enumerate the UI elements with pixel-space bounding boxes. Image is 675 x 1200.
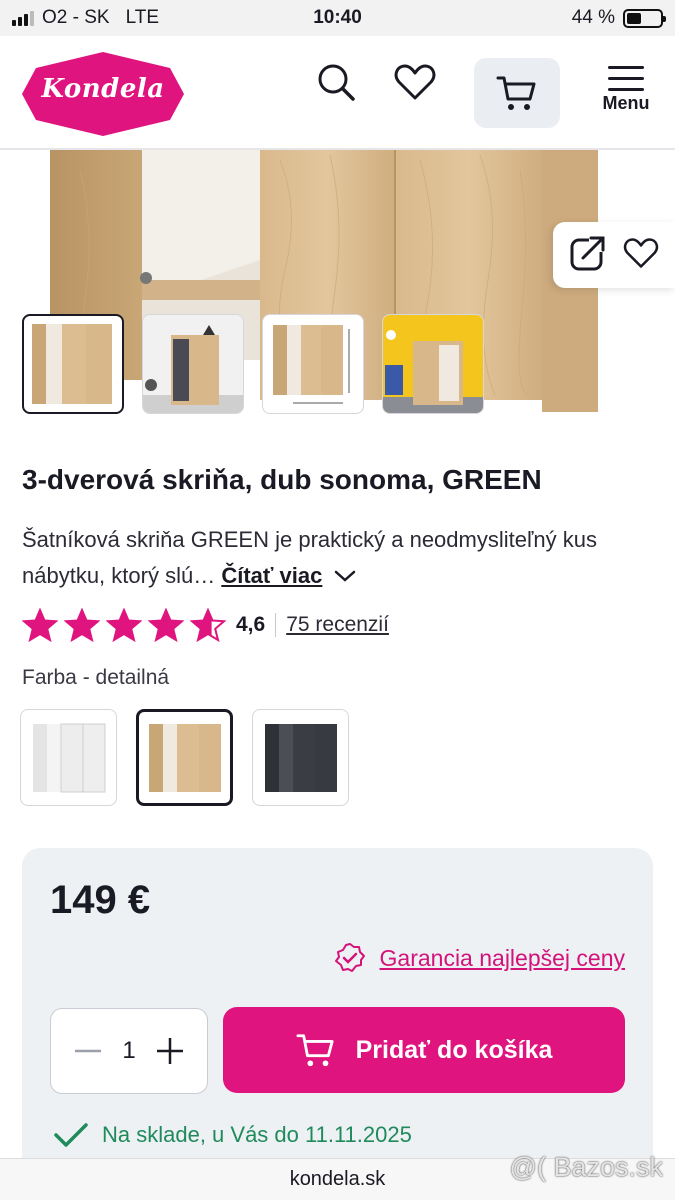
color-swatches bbox=[20, 709, 349, 806]
chevron-down-icon[interactable] bbox=[334, 569, 356, 583]
swatch-anthracite[interactable] bbox=[252, 709, 349, 806]
rating-summary: 4,6 75 recenzií bbox=[22, 608, 389, 642]
cart-button[interactable] bbox=[474, 58, 560, 128]
status-right: 44 % bbox=[571, 7, 666, 29]
star-icon bbox=[106, 608, 142, 642]
star-icon bbox=[148, 608, 184, 642]
read-more-link[interactable]: Čítať viac bbox=[221, 563, 322, 588]
star-icon bbox=[64, 608, 100, 642]
status-bar: O2 - SK LTE 10:40 44 % bbox=[0, 0, 675, 36]
minus-icon[interactable] bbox=[73, 1036, 103, 1066]
add-to-cart-label: Pridať do košíka bbox=[355, 1035, 553, 1064]
swatch-white[interactable] bbox=[20, 709, 117, 806]
quantity-value[interactable]: 1 bbox=[122, 1037, 135, 1065]
rating-divider bbox=[275, 613, 277, 637]
color-label: Farba - detailná bbox=[22, 666, 170, 689]
quantity-stepper: 1 bbox=[50, 1008, 208, 1094]
image-actions bbox=[553, 222, 675, 288]
rating-value: 4,6 bbox=[236, 613, 266, 636]
menu-icon bbox=[608, 66, 644, 91]
battery-icon bbox=[623, 8, 666, 28]
price-guarantee[interactable]: Garancia najlepšej ceny bbox=[334, 942, 625, 974]
battery-percent: 44 % bbox=[571, 7, 615, 28]
logo-text: Kondela bbox=[41, 74, 165, 104]
purchase-card: 149 € Garancia najlepšej ceny 1 Pridať d… bbox=[22, 848, 653, 1178]
product-title: 3-dverová skriňa, dub sonoma, GREEN bbox=[22, 464, 542, 495]
wishlist-heart-icon[interactable] bbox=[393, 60, 437, 104]
stock-status: Na sklade, u Vás do 11.11.2025 bbox=[54, 1122, 412, 1148]
star-icon bbox=[22, 608, 58, 642]
plus-icon[interactable] bbox=[155, 1036, 185, 1066]
kondela-logo[interactable]: Kondela bbox=[22, 52, 184, 136]
reviews-link[interactable]: 75 recenzií bbox=[286, 613, 389, 637]
bazos-watermark: @( Bazos.sk bbox=[509, 1152, 663, 1182]
menu-label: Menu bbox=[602, 93, 650, 113]
search-icon[interactable] bbox=[314, 60, 358, 104]
menu-button[interactable]: Menu bbox=[596, 66, 656, 128]
badge-check-icon bbox=[334, 943, 365, 972]
check-icon bbox=[54, 1123, 88, 1147]
thumbnail-4[interactable] bbox=[382, 314, 484, 414]
cart-icon bbox=[296, 1034, 334, 1067]
thumbnail-3[interactable] bbox=[262, 314, 364, 414]
guarantee-link[interactable]: Garancia najlepšej ceny bbox=[380, 945, 625, 972]
rating-stars bbox=[22, 608, 226, 642]
thumbnail-1[interactable] bbox=[22, 314, 124, 414]
add-to-cart-button[interactable]: Pridať do košíka bbox=[223, 1007, 625, 1093]
share-icon[interactable] bbox=[569, 233, 607, 277]
thumbnail-2[interactable] bbox=[142, 314, 244, 414]
cart-icon bbox=[496, 76, 536, 110]
site-header: Kondela Menu bbox=[0, 36, 675, 150]
star-icon bbox=[190, 608, 226, 642]
thumbnail-strip bbox=[22, 314, 484, 414]
favorite-heart-icon[interactable] bbox=[623, 237, 659, 274]
product-price: 149 € bbox=[50, 878, 151, 922]
swatch-oak-sonoma[interactable] bbox=[136, 709, 233, 806]
stock-text: Na sklade, u Vás do 11.11.2025 bbox=[102, 1122, 412, 1147]
product-description: Šatníková skriňa GREEN je praktický a ne… bbox=[22, 522, 652, 594]
